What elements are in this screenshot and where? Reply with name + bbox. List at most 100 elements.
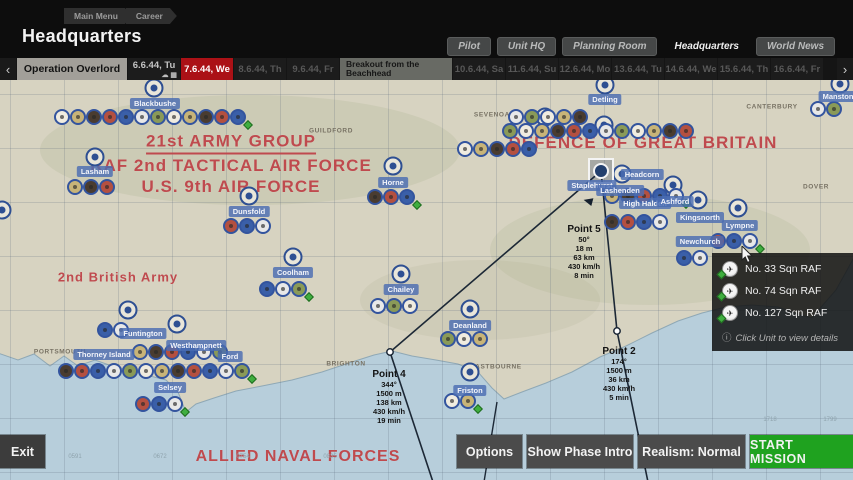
timeline-next-button[interactable]: ›	[837, 58, 853, 80]
squadron-unit-icon[interactable]	[598, 123, 614, 139]
squadron-unit-icon[interactable]	[726, 233, 742, 249]
airfield-label-ford[interactable]: Ford	[218, 351, 243, 362]
squadron-unit-icon[interactable]	[810, 101, 826, 117]
squadron-unit-icon[interactable]	[83, 179, 99, 195]
airfield-roundel-icon[interactable]	[392, 265, 411, 284]
squadron-unit-icon[interactable]	[150, 109, 166, 125]
squadron-unit-icon[interactable]	[472, 331, 488, 347]
timeline-date-14-6-44-we[interactable]: 14.6.44, We	[665, 58, 717, 80]
squadron-unit-icon[interactable]	[118, 109, 134, 125]
squadron-unit-icon[interactable]	[370, 298, 386, 314]
exit-button[interactable]: Exit	[0, 435, 45, 468]
airfield-roundel-icon[interactable]	[461, 300, 480, 319]
squadron-unit-icon[interactable]	[402, 298, 418, 314]
squadron-unit-icon[interactable]	[604, 214, 620, 230]
squadron-unit-icon[interactable]	[67, 179, 83, 195]
timeline-date-6-6-44-tu[interactable]: 6.6.44, Tu☁ ▦	[128, 58, 180, 80]
squadron-unit-icon[interactable]	[122, 363, 138, 379]
tooltip-unit-row[interactable]: ✈No. 127 Sqn RAF	[722, 305, 845, 321]
squadron-unit-icon[interactable]	[223, 218, 239, 234]
tooltip-unit-row[interactable]: ✈No. 33 Sqn RAF	[722, 261, 845, 277]
timeline-prev-button[interactable]: ‹	[0, 58, 16, 80]
squadron-unit-icon[interactable]	[259, 281, 275, 297]
breadcrumb-item-career[interactable]: Career	[126, 8, 177, 24]
timeline-date-16-6-44-fr[interactable]: 16.6.44, Fr	[771, 58, 823, 80]
squadron-unit-icon[interactable]	[135, 396, 151, 412]
squadron-unit-icon[interactable]	[151, 396, 167, 412]
squadron-unit-icon[interactable]	[386, 298, 402, 314]
squadron-unit-icon[interactable]	[97, 322, 113, 338]
squadron-unit-icon[interactable]	[148, 344, 164, 360]
map-canvas[interactable]: 21st ARMY GROUPRAF 2nd TACTICAL AIR FORC…	[0, 80, 853, 480]
squadron-unit-icon[interactable]	[692, 250, 708, 266]
airfield-roundel-icon[interactable]	[240, 187, 259, 206]
tab-headquarters[interactable]: Headquarters	[663, 37, 749, 56]
timeline-date-13-6-44-tu[interactable]: 13.6.44, Tu	[612, 58, 664, 80]
timeline-date-10-6-44-sa[interactable]: 10.6.44, Sa	[453, 58, 505, 80]
squadron-unit-icon[interactable]	[58, 363, 74, 379]
squadron-unit-icon[interactable]	[102, 109, 118, 125]
squadron-unit-icon[interactable]	[636, 214, 652, 230]
airfield-label-kingsnorth[interactable]: Kingsnorth	[676, 212, 724, 223]
squadron-unit-icon[interactable]	[582, 123, 598, 139]
squadron-unit-icon[interactable]	[182, 109, 198, 125]
airfield-label-ashford[interactable]: Ashford	[657, 196, 694, 207]
airfield-roundel-icon[interactable]	[729, 199, 748, 218]
squadron-unit-icon[interactable]	[566, 123, 582, 139]
squadron-unit-icon[interactable]	[186, 363, 202, 379]
squadron-unit-icon[interactable]	[132, 344, 148, 360]
squadron-unit-icon[interactable]	[652, 214, 668, 230]
airfield-label-lasham[interactable]: Lasham	[77, 166, 113, 177]
timeline-date-7-6-44-we[interactable]: 7.6.44, We	[181, 58, 233, 80]
airfield-label-deanland[interactable]: Deanland	[449, 320, 491, 331]
squadron-unit-icon[interactable]	[367, 189, 383, 205]
squadron-unit-icon[interactable]	[383, 189, 399, 205]
squadron-unit-icon[interactable]	[218, 363, 234, 379]
squadron-unit-icon[interactable]	[275, 281, 291, 297]
squadron-unit-icon[interactable]	[170, 363, 186, 379]
squadron-unit-icon[interactable]	[99, 179, 115, 195]
squadron-unit-icon[interactable]	[518, 123, 534, 139]
squadron-unit-icon[interactable]	[202, 363, 218, 379]
squadron-unit-icon[interactable]	[646, 123, 662, 139]
show-phase-intro-button[interactable]: Show Phase Intro	[527, 435, 633, 468]
airfield-roundel-icon[interactable]	[86, 148, 105, 167]
squadron-unit-icon[interactable]	[90, 363, 106, 379]
tab-pilot[interactable]: Pilot	[447, 37, 491, 56]
tab-planning-room[interactable]: Planning Room	[562, 37, 657, 56]
airfield-label-lashenden[interactable]: Lashenden	[596, 185, 644, 196]
squadron-unit-icon[interactable]	[456, 331, 472, 347]
timeline-date-8-6-44-th[interactable]: 8.6.44, Th	[234, 58, 286, 80]
airfield-roundel-icon[interactable]	[384, 157, 403, 176]
airfield-label-coolham[interactable]: Coolham	[273, 267, 313, 278]
squadron-unit-icon[interactable]	[166, 109, 182, 125]
squadron-unit-icon[interactable]	[74, 363, 90, 379]
tooltip-unit-row[interactable]: ✈No. 74 Sqn RAF	[722, 283, 845, 299]
airfield-label-funtington[interactable]: Funtington	[119, 328, 166, 339]
options-button[interactable]: Options	[457, 435, 522, 468]
squadron-unit-icon[interactable]	[614, 123, 630, 139]
squadron-unit-icon[interactable]	[440, 331, 456, 347]
airfield-label-horne[interactable]: Horne	[378, 177, 408, 188]
airfield-roundel-icon[interactable]	[0, 201, 12, 220]
timeline-date-9-6-44-fr[interactable]: 9.6.44, Fr	[287, 58, 339, 80]
airfield-roundel-icon[interactable]	[119, 301, 138, 320]
squadron-unit-icon[interactable]	[86, 109, 102, 125]
squadron-unit-icon[interactable]	[676, 250, 692, 266]
airfield-label-chailey[interactable]: Chailey	[384, 284, 419, 295]
airfield-label-selsey[interactable]: Selsey	[154, 382, 186, 393]
airfield-label-blackbushe[interactable]: Blackbushe	[130, 98, 180, 109]
airfield-label-westhampnett[interactable]: Westhampnett	[166, 340, 226, 351]
airfield-label-headcorn[interactable]: Headcorn	[621, 169, 664, 180]
breadcrumb-item-main-menu[interactable]: Main Menu	[64, 8, 132, 24]
squadron-unit-icon[interactable]	[134, 109, 150, 125]
squadron-unit-icon[interactable]	[154, 363, 170, 379]
squadron-unit-icon[interactable]	[239, 218, 255, 234]
squadron-unit-icon[interactable]	[662, 123, 678, 139]
airfield-roundel-icon[interactable]	[461, 363, 480, 382]
squadron-unit-icon[interactable]	[106, 363, 122, 379]
airfield-label-friston[interactable]: Friston	[453, 385, 486, 396]
realism-button[interactable]: Realism: Normal	[638, 435, 745, 468]
squadron-unit-icon[interactable]	[505, 141, 521, 157]
airfield-label-detling[interactable]: Detling	[588, 94, 621, 105]
